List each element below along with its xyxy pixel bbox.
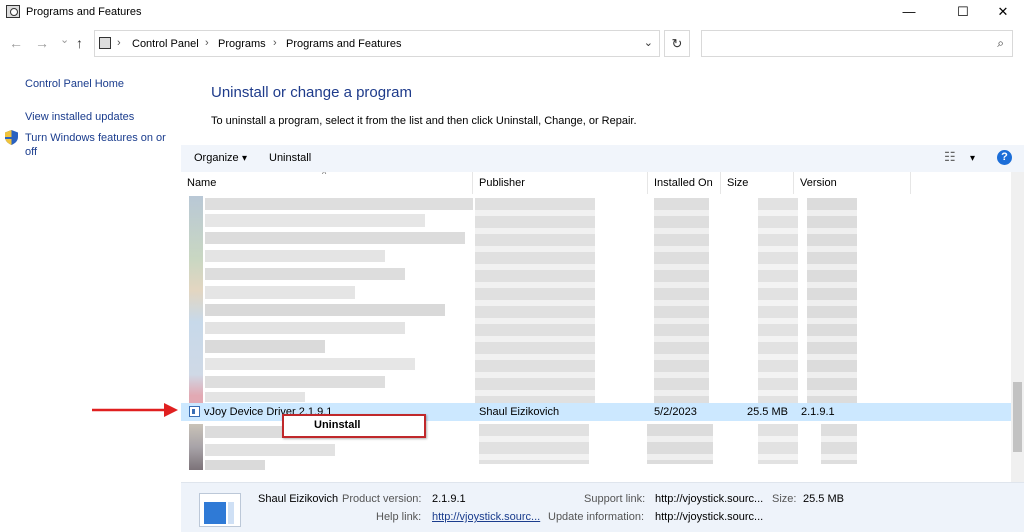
programs-features-icon xyxy=(6,5,20,18)
blurred-row xyxy=(205,340,325,353)
blurred-size-column xyxy=(758,424,798,464)
column-header-version[interactable]: Version xyxy=(794,172,911,194)
blurred-row xyxy=(205,304,445,316)
up-arrow-icon[interactable]: ↑ xyxy=(76,35,83,51)
details-size-label: Size: xyxy=(772,493,797,505)
details-help-link[interactable]: http://vjoystick.sourc... xyxy=(432,511,540,523)
command-toolbar: Organize ▾ Uninstall ☷ ▾ ? xyxy=(181,145,1024,173)
details-size: 25.5 MB xyxy=(803,493,844,505)
context-menu-uninstall[interactable]: Uninstall xyxy=(314,419,360,431)
organize-button[interactable]: Organize xyxy=(194,152,239,164)
blurred-date-column xyxy=(654,198,709,403)
blurred-publisher-column xyxy=(475,198,595,403)
page-instructions: To uninstall a program, select it from t… xyxy=(211,115,637,127)
address-bar-row: ← → ⌄ ↑ › Control Panel › Programs › Pro… xyxy=(0,30,1024,58)
uninstall-toolbar-button[interactable]: Uninstall xyxy=(269,152,311,164)
breadcrumb-separator-icon: › xyxy=(117,37,121,49)
blurred-row xyxy=(205,250,385,262)
breadcrumb-separator-icon: › xyxy=(205,37,209,49)
sidebar-item-view-installed-updates[interactable]: View installed updates xyxy=(25,111,134,123)
title-bar: Programs and Features — ☐ ✕ xyxy=(0,0,1024,26)
scrollbar-thumb[interactable] xyxy=(1013,382,1022,452)
blurred-row xyxy=(205,268,405,280)
details-support-link: http://vjoystick.sourc... xyxy=(655,493,764,505)
address-field[interactable]: › Control Panel › Programs › Programs an… xyxy=(94,30,660,57)
row-installed-on: 5/2/2023 xyxy=(654,406,697,418)
blurred-row xyxy=(205,286,355,299)
row-version: 2.1.9.1 xyxy=(801,406,835,418)
blurred-version-column xyxy=(821,424,857,464)
back-arrow-icon[interactable]: ← xyxy=(9,35,23,51)
forward-arrow-icon[interactable]: → xyxy=(35,35,49,51)
shield-icon xyxy=(5,130,18,145)
sidebar-item-windows-features[interactable]: Turn Windows features on or xyxy=(25,132,166,144)
blurred-publisher-column xyxy=(479,424,589,464)
annotation-arrow-icon xyxy=(92,403,178,417)
blurred-version-column xyxy=(807,198,857,403)
close-button[interactable]: ✕ xyxy=(980,0,1024,26)
search-icon: ⌕ xyxy=(997,36,1004,50)
details-support-link-label: Support link: xyxy=(584,493,646,505)
recent-locations-icon[interactable]: ⌄ xyxy=(60,33,69,46)
blurred-row xyxy=(205,392,305,402)
search-input[interactable]: ⌕ xyxy=(701,30,1013,57)
column-header-row: Name ^ Publisher Installed On Size Versi… xyxy=(181,172,1024,194)
view-dropdown-icon[interactable]: ▾ xyxy=(970,153,975,164)
details-pane: Shaul Eizikovich Product version: 2.1.9.… xyxy=(181,482,1024,532)
blurred-row xyxy=(205,444,335,456)
details-product-version: 2.1.9.1 xyxy=(432,493,466,505)
row-size: 25.5 MB xyxy=(747,406,788,418)
blurred-row xyxy=(205,376,385,388)
blurred-row xyxy=(205,198,473,210)
help-icon[interactable]: ? xyxy=(997,150,1012,165)
details-update-info: http://vjoystick.sourc... xyxy=(655,511,764,523)
chevron-down-icon[interactable]: ⌄ xyxy=(644,36,653,49)
view-options-icon[interactable]: ☷ xyxy=(944,149,956,165)
breadcrumb-programs-and-features[interactable]: Programs and Features xyxy=(286,38,402,50)
details-help-link-label: Help link: xyxy=(376,511,422,523)
row-publisher: Shaul Eizikovich xyxy=(479,406,560,418)
organize-dropdown-icon[interactable]: ▾ xyxy=(242,153,247,164)
blurred-row xyxy=(205,232,465,244)
column-header-name[interactable]: Name xyxy=(181,172,473,194)
breadcrumb-control-panel[interactable]: Control Panel xyxy=(132,38,199,50)
blurred-icons xyxy=(189,424,203,470)
vertical-scrollbar[interactable] xyxy=(1011,172,1024,482)
page-title: Uninstall or change a program xyxy=(211,84,412,101)
blurred-icons xyxy=(189,196,203,406)
control-panel-icon xyxy=(99,37,111,49)
blurred-row xyxy=(205,322,405,334)
context-menu: Uninstall xyxy=(282,414,426,438)
sidebar-item-windows-features-cont[interactable]: off xyxy=(25,146,37,158)
column-header-size[interactable]: Size xyxy=(721,172,794,194)
breadcrumb-separator-icon: › xyxy=(273,37,277,49)
refresh-button[interactable]: ↻ xyxy=(664,30,690,57)
sort-ascending-icon: ^ xyxy=(322,172,327,179)
minimize-button[interactable]: — xyxy=(886,0,932,26)
details-update-info-label: Update information: xyxy=(548,511,644,523)
program-icon xyxy=(189,406,200,417)
blurred-row xyxy=(205,214,425,227)
blurred-date-column xyxy=(647,424,713,464)
blurred-row xyxy=(205,460,265,470)
sidebar-item-control-panel-home[interactable]: Control Panel Home xyxy=(25,78,124,90)
blurred-row xyxy=(205,426,285,438)
blurred-size-column xyxy=(758,198,798,403)
program-large-icon xyxy=(199,493,241,527)
blurred-row xyxy=(205,358,415,370)
column-header-publisher[interactable]: Publisher xyxy=(473,172,648,194)
details-publisher: Shaul Eizikovich xyxy=(258,493,339,505)
window-title: Programs and Features xyxy=(26,6,142,18)
details-product-version-label: Product version: xyxy=(342,493,422,505)
breadcrumb-programs[interactable]: Programs xyxy=(218,38,266,50)
column-header-installed-on[interactable]: Installed On xyxy=(648,172,721,194)
